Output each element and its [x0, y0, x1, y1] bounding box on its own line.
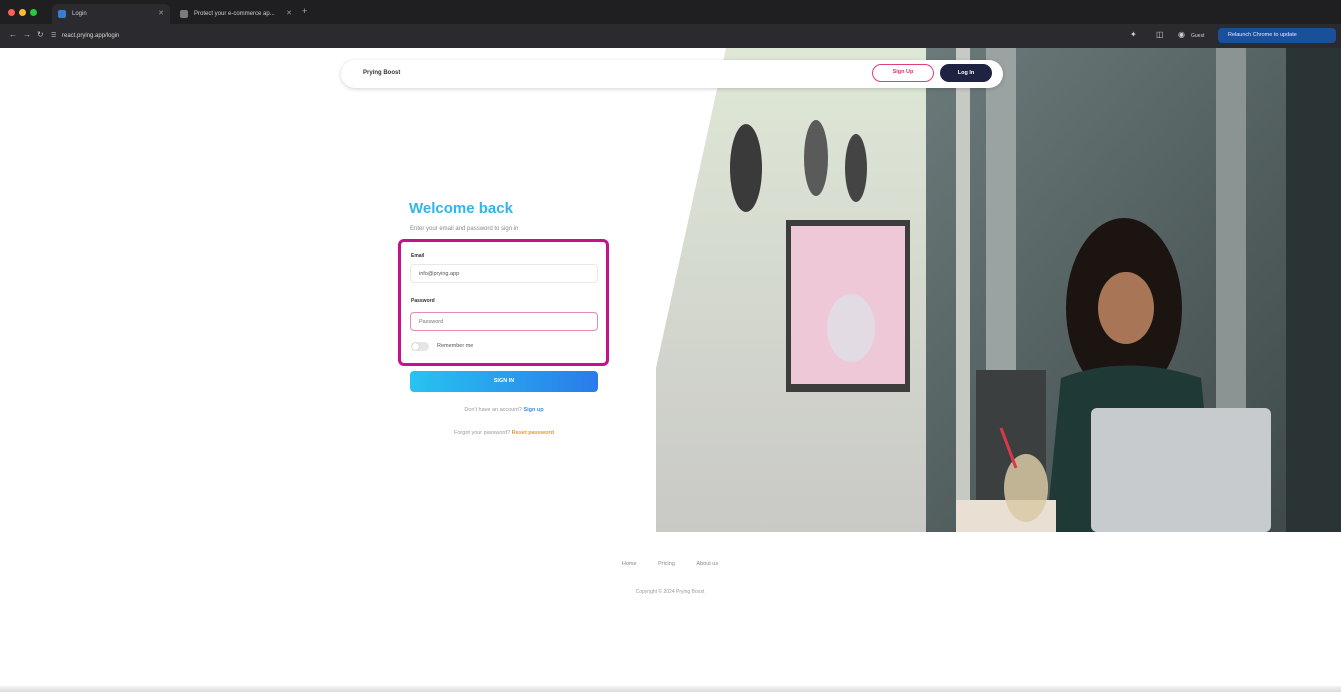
- browser-toolbar: [0, 24, 1341, 48]
- reset-password-link[interactable]: Reset password: [512, 430, 554, 436]
- site-favicon-icon: [58, 10, 66, 18]
- minimize-window-icon[interactable]: [19, 9, 26, 16]
- footer-link-about[interactable]: About us: [696, 561, 718, 567]
- profile-icon[interactable]: ◉: [1178, 30, 1185, 39]
- back-arrow-icon[interactable]: ←: [9, 30, 17, 39]
- hero-photo: [656, 48, 1341, 532]
- highlight-box: [398, 239, 609, 366]
- signup-link[interactable]: Sign up: [523, 407, 543, 413]
- relaunch-button[interactable]: Relaunch Chrome to update: [1218, 28, 1336, 43]
- signin-button[interactable]: SIGN IN: [410, 371, 598, 392]
- footer-link-home[interactable]: Home: [622, 561, 637, 567]
- brand-logo-text[interactable]: Prying Boost: [363, 70, 400, 76]
- nav-login-button[interactable]: Log In: [940, 64, 992, 82]
- signup-prompt-text: Don't have an account?: [464, 407, 522, 413]
- sidebar-icon[interactable]: ◫: [1156, 30, 1164, 39]
- close-window-icon[interactable]: [8, 9, 15, 16]
- forgot-prompt-text: Forgot your password?: [454, 430, 511, 436]
- browser-tab-bar: Login ✕ Protect your e-commerce ap... ✕ …: [0, 0, 1341, 24]
- tab-title: Protect your e-commerce ap...: [194, 11, 275, 17]
- forward-arrow-icon[interactable]: →: [23, 30, 31, 39]
- footer-link-pricing[interactable]: Pricing: [658, 561, 675, 567]
- page-favicon-icon: [180, 10, 188, 18]
- new-tab-button[interactable]: +: [302, 6, 307, 16]
- window-bottom-edge: [0, 686, 1341, 692]
- close-tab-icon[interactable]: ✕: [286, 4, 292, 24]
- page-subtitle: Enter your email and password to sign in: [410, 226, 519, 232]
- extensions-icon[interactable]: ✦: [1130, 30, 1137, 39]
- cafe-photo-illustration: [656, 48, 1341, 532]
- signup-prompt: Don't have an account? Sign up: [410, 407, 598, 413]
- profile-label[interactable]: Guest: [1191, 33, 1204, 39]
- tab-protect[interactable]: Protect your e-commerce ap... ✕: [174, 4, 298, 24]
- tab-login[interactable]: Login ✕: [52, 4, 170, 24]
- page-title: Welcome back: [409, 200, 513, 217]
- maximize-window-icon[interactable]: [30, 9, 37, 16]
- tab-title: Login: [72, 11, 87, 17]
- copyright-text: Copyright © 2024 Prying Boost: [635, 589, 705, 595]
- reload-icon[interactable]: ↻: [37, 30, 44, 39]
- site-navbar: Prying Boost Sign Up Log In: [341, 60, 1003, 88]
- footer-links: Home Pricing About us: [580, 561, 760, 567]
- site-info-icon[interactable]: ☰: [51, 32, 56, 39]
- close-tab-icon[interactable]: ✕: [158, 4, 164, 24]
- nav-signup-button[interactable]: Sign Up: [872, 64, 934, 82]
- forgot-prompt: Forgot your password? Reset password: [410, 430, 598, 436]
- address-bar[interactable]: react.prying.app/login: [62, 33, 119, 39]
